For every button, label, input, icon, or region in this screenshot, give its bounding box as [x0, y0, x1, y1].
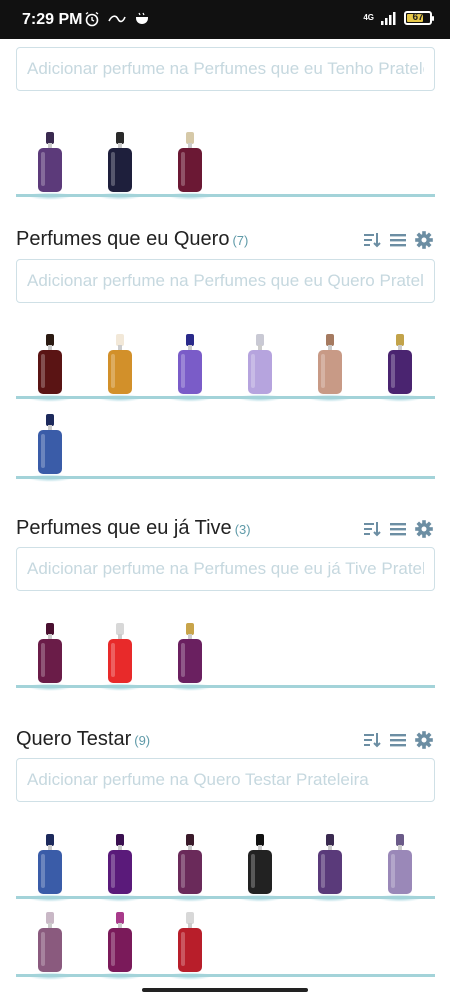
list-icon[interactable] [388, 519, 408, 539]
list-icon[interactable] [388, 230, 408, 250]
signal-icon [381, 12, 396, 25]
shelf-section-quero: Perfumes que eu Quero (7) [0, 224, 450, 482]
section-count: (3) [234, 522, 251, 537]
blue-spray-bottle-icon[interactable] [22, 406, 78, 482]
section-count: (9) [134, 733, 151, 748]
shelf-row [16, 819, 435, 902]
plum-square-bottle-icon[interactable] [162, 826, 218, 902]
section-count: (7) [232, 233, 249, 248]
wine-square-bottle-icon[interactable] [22, 615, 78, 691]
add-perfume-input[interactable] [16, 758, 435, 802]
red-round-bottle-icon[interactable] [92, 615, 148, 691]
purple-box-bottle-icon[interactable] [162, 615, 218, 691]
pink-tall-bottle-icon[interactable] [92, 904, 148, 980]
shelf-row [16, 897, 435, 980]
section-title: Perfumes que eu Quero (7) [16, 228, 249, 250]
battery-level: 67 [412, 12, 424, 23]
shelf-row [16, 608, 435, 691]
sort-icon[interactable] [362, 519, 382, 539]
add-perfume-input[interactable] [16, 47, 435, 91]
status-bar: 7:29 PM 4G 67 [0, 0, 450, 39]
blue-spray-bottle-icon[interactable] [22, 826, 78, 902]
red-dark-bottle-icon[interactable] [162, 124, 218, 200]
rose-gold-ornate-bottle-icon[interactable] [302, 326, 358, 402]
shelf-row [16, 117, 435, 200]
orange-spray-bottle-icon[interactable] [92, 326, 148, 402]
shelf-section-quero-testar: Quero Testar (9) [0, 724, 450, 980]
gradient-purple-orange-bottle-icon[interactable] [162, 326, 218, 402]
tall-slim-purple-bottle-icon[interactable] [22, 124, 78, 200]
home-indicator[interactable] [142, 988, 308, 992]
lilac-bottle-icon[interactable] [232, 326, 288, 402]
dark-round-bottle-icon[interactable] [92, 124, 148, 200]
sort-icon[interactable] [362, 730, 382, 750]
red-hourglass-bottle-icon[interactable] [162, 904, 218, 980]
sort-icon[interactable] [362, 230, 382, 250]
shelf-line [16, 194, 435, 197]
shelf-line [16, 974, 435, 977]
status-time: 7:29 PM [22, 11, 83, 28]
network-type: 4G [363, 13, 374, 22]
shelf-section-ja-tive: Perfumes que eu já Tive (3) [0, 513, 450, 691]
section-title: Quero Testar (9) [16, 728, 151, 750]
add-perfume-input[interactable] [16, 259, 435, 303]
battery-icon: 67 [404, 11, 434, 25]
patterned-purple-bottle-icon[interactable] [302, 826, 358, 902]
dark-red-slim-bottle-icon[interactable] [22, 326, 78, 402]
shelf-line [16, 476, 435, 479]
section-title: Perfumes que eu já Tive (3) [16, 517, 251, 539]
gear-icon[interactable] [414, 730, 434, 750]
shelves-content[interactable]: Perfumes que eu Quero(7) Perfumes que eu… [0, 39, 450, 1000]
purple-drop-bottle-icon[interactable] [372, 326, 428, 402]
app-logo-icon [108, 15, 126, 23]
silver-lavender-bottle-icon[interactable] [372, 826, 428, 902]
list-icon[interactable] [388, 730, 408, 750]
shelf-row [16, 319, 435, 402]
add-perfume-input[interactable] [16, 547, 435, 591]
mauve-faceted-bottle-icon[interactable] [22, 904, 78, 980]
shelf-row [16, 399, 435, 482]
curved-purple-bottle-icon[interactable] [92, 826, 148, 902]
black-slim-bottle-icon[interactable] [232, 826, 288, 902]
alarm-icon [85, 11, 99, 27]
shelf-line [16, 685, 435, 688]
gear-icon[interactable] [414, 230, 434, 250]
cup-icon [136, 12, 148, 24]
gear-icon[interactable] [414, 519, 434, 539]
